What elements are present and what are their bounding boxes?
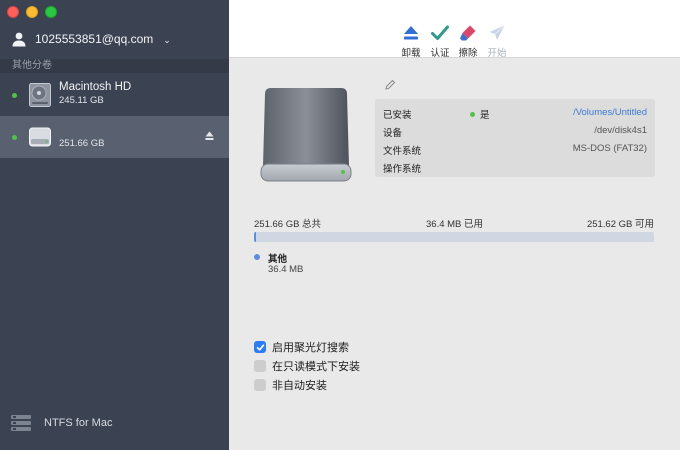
- close-window-button[interactable]: [7, 6, 19, 18]
- readonly-checkbox[interactable]: [254, 360, 266, 372]
- account-menu[interactable]: 1025553851@qq.com ⌄: [11, 31, 171, 47]
- ntfs-logo-icon: [11, 415, 31, 431]
- sidebar-item-external-drive[interactable]: 251.66 GB: [0, 116, 229, 158]
- usage-bar: [254, 232, 654, 242]
- drive-size: 245.11 GB: [59, 95, 104, 106]
- checkmark-icon: [431, 25, 449, 40]
- user-icon: [12, 32, 26, 47]
- no-auto-mount-checkbox[interactable]: [254, 379, 266, 391]
- device-label: 设备: [383, 128, 403, 139]
- unmount-button[interactable]: 卸载: [396, 24, 426, 59]
- section-label: 其他分卷: [0, 59, 229, 73]
- os-label: 操作系统: [383, 164, 422, 175]
- start-button[interactable]: 开始: [482, 24, 512, 59]
- mounted-label: 已安装: [383, 110, 412, 121]
- account-email: 1025553851@qq.com: [35, 32, 154, 46]
- window-controls: [7, 6, 57, 18]
- device-row: 设备 /dev/disk4s1: [383, 125, 647, 139]
- mount-path-link[interactable]: /Volumes/Untitled: [573, 107, 647, 118]
- filesystem-row: 文件系统 MS-DOS (FAT32): [383, 143, 647, 157]
- minimize-window-button[interactable]: [26, 6, 38, 18]
- spotlight-option[interactable]: 启用聚光灯搜索: [254, 339, 349, 355]
- app-footer: NTFS for Mac: [10, 412, 112, 434]
- mounted-status-dot: [12, 93, 17, 98]
- sidebar: 1025553851@qq.com ⌄ 其他分卷 Macintosh HD 24…: [0, 0, 229, 450]
- readonly-option[interactable]: 在只读模式下安装: [254, 358, 360, 374]
- verify-label: 认证: [430, 48, 450, 59]
- main-panel: 已安装 是 /Volumes/Untitled 设备 /dev/disk4s1 …: [229, 58, 680, 450]
- eraser-icon: [460, 25, 476, 41]
- legend-name: 其他: [268, 254, 288, 265]
- no-auto-mount-option[interactable]: 非自动安装: [254, 377, 327, 393]
- unmount-label: 卸载: [401, 48, 421, 59]
- free-space: 251.62 GB 可用: [586, 219, 654, 230]
- eject-icon: [404, 26, 418, 40]
- pencil-icon[interactable]: [384, 79, 396, 91]
- app-name: NTFS for Mac: [44, 417, 113, 429]
- legend-dot: [254, 254, 260, 260]
- mounted-status: 是: [480, 110, 490, 121]
- chevron-down-icon: ⌄: [163, 35, 171, 45]
- os-row: 操作系统: [383, 161, 647, 175]
- drive-name: Macintosh HD: [59, 81, 132, 93]
- mounted-status-dot: [12, 135, 17, 140]
- erase-label: 擦除: [458, 48, 478, 59]
- legend-size: 36.4 MB: [268, 264, 304, 275]
- no-auto-mount-label: 非自动安装: [272, 380, 327, 392]
- external-disk-icon: [29, 127, 51, 147]
- total-capacity: 251.66 GB 总共: [254, 219, 322, 230]
- used-space: 36.4 MB 已用: [426, 219, 484, 230]
- verify-button[interactable]: 认证: [425, 24, 455, 59]
- volume-info-panel: 已安装 是 /Volumes/Untitled 设备 /dev/disk4s1 …: [375, 99, 655, 177]
- sidebar-item-macintosh-hd[interactable]: Macintosh HD 245.11 GB: [0, 74, 229, 116]
- spotlight-checkbox[interactable]: [254, 341, 266, 353]
- paper-plane-icon: [489, 25, 505, 40]
- start-label: 开始: [487, 48, 507, 59]
- mounted-status-dot: [470, 111, 475, 117]
- toolbar: 卸载 认证 擦除 开始: [229, 0, 680, 59]
- usage-bar-fill: [254, 232, 256, 242]
- internal-disk-icon: [29, 83, 51, 107]
- spotlight-label: 启用聚光灯搜索: [272, 342, 349, 354]
- eject-icon[interactable]: [205, 131, 214, 141]
- checkmark-icon: [256, 343, 264, 351]
- zoom-window-button[interactable]: [45, 6, 57, 18]
- drive-size: 251.66 GB: [59, 138, 105, 149]
- filesystem-label: 文件系统: [383, 146, 422, 157]
- device-value: /dev/disk4s1: [594, 125, 647, 136]
- mounted-row: 已安装 是 /Volumes/Untitled: [383, 107, 647, 121]
- readonly-label: 在只读模式下安装: [272, 361, 360, 373]
- erase-button[interactable]: 擦除: [453, 24, 483, 59]
- external-drive-image: [260, 88, 352, 182]
- filesystem-value: MS-DOS (FAT32): [572, 143, 647, 154]
